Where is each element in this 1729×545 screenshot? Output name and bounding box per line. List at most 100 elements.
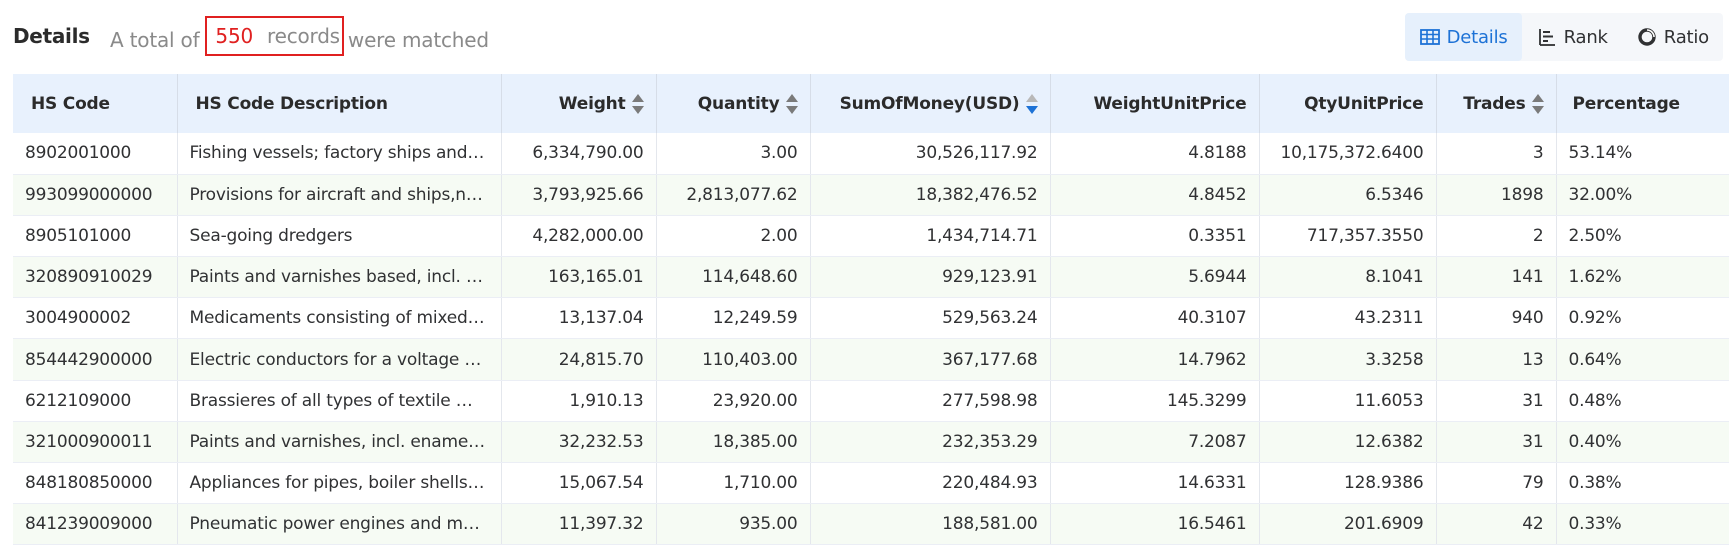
cell-hs-code: 6212109000 bbox=[13, 380, 178, 422]
cell-percentage: 53.14% bbox=[1556, 133, 1729, 175]
cell-description: Pneumatic power engines and motors (excl… bbox=[177, 503, 502, 545]
details-header: Details A total of 550 records were matc… bbox=[0, 0, 1729, 70]
table-icon bbox=[1419, 29, 1440, 45]
cell-trades: 3 bbox=[1436, 133, 1557, 175]
cell-weight-unit-price: 40.3107 bbox=[1050, 297, 1260, 340]
sort-icon[interactable] bbox=[631, 93, 644, 114]
cell-weight: 4,282,000.00 bbox=[501, 215, 657, 258]
cell-hs-code: 993099000000 bbox=[13, 174, 178, 216]
cell-hs-code: 320890910029 bbox=[13, 256, 178, 299]
col-sum-of-money[interactable]: SumOfMoney(USD) bbox=[810, 74, 1051, 133]
cell-description: Paints and varnishes, incl. enamels, lac… bbox=[177, 421, 502, 464]
cell-trades: 31 bbox=[1436, 380, 1557, 422]
cell-hs-code: 841239009000 bbox=[13, 503, 178, 545]
records-count-highlight: 550 records bbox=[205, 16, 344, 56]
cell-description: Medicaments consisting of mixed or unmix… bbox=[177, 297, 502, 340]
cell-trades: 1898 bbox=[1436, 174, 1557, 216]
cell-qty-unit-price: 201.6909 bbox=[1259, 503, 1437, 545]
cell-sum-of-money: 30,526,117.92 bbox=[810, 133, 1051, 175]
cell-percentage: 0.38% bbox=[1556, 462, 1729, 505]
cell-sum-of-money: 1,434,714.71 bbox=[810, 215, 1051, 258]
sort-desc-active-icon[interactable] bbox=[1025, 93, 1038, 114]
table-row[interactable]: 848180850000 Appliances for pipes, boiler… bbox=[13, 462, 1729, 505]
cell-sum-of-money: 367,177.68 bbox=[810, 338, 1051, 381]
col-weight-unit-price: WeightUnitPrice bbox=[1050, 74, 1260, 133]
cell-percentage: 0.48% bbox=[1556, 380, 1729, 422]
table-row[interactable]: 854442900000 Electric conductors for a vo… bbox=[13, 338, 1729, 381]
table-body: 8902001000 Fishing vessels; factory ships… bbox=[13, 133, 1729, 545]
cell-description: Fishing vessels; factory ships and other… bbox=[177, 133, 502, 175]
col-hs-code-description: HS Code Description bbox=[177, 74, 502, 133]
cell-weight: 15,067.54 bbox=[501, 462, 657, 505]
details-table: HS Code HS Code Description Weight Quant… bbox=[13, 74, 1729, 545]
col-qty-unit-price: QtyUnitPrice bbox=[1259, 74, 1437, 133]
cell-percentage: 0.64% bbox=[1556, 338, 1729, 381]
cell-trades: 13 bbox=[1436, 338, 1557, 381]
cell-weight-unit-price: 5.6944 bbox=[1050, 256, 1260, 299]
table-row[interactable]: 6212109000 Brassieres of all types of tex… bbox=[13, 380, 1729, 422]
cell-qty-unit-price: 43.2311 bbox=[1259, 297, 1437, 340]
cell-quantity: 18,385.00 bbox=[656, 421, 811, 464]
cell-weight-unit-price: 4.8452 bbox=[1050, 174, 1260, 216]
cell-hs-code: 321000900011 bbox=[13, 421, 178, 464]
table-row[interactable]: 8902001000 Fishing vessels; factory ships… bbox=[13, 133, 1729, 175]
cell-quantity: 3.00 bbox=[656, 133, 811, 175]
cell-trades: 79 bbox=[1436, 462, 1557, 505]
cell-hs-code: 3004900002 bbox=[13, 297, 178, 340]
view-switch: Details Rank Ratio bbox=[1404, 13, 1723, 61]
details-view-button[interactable]: Details bbox=[1404, 13, 1522, 61]
table-row[interactable]: 3004900002 Medicaments consisting of mixe… bbox=[13, 297, 1729, 340]
cell-percentage: 1.62% bbox=[1556, 256, 1729, 299]
cell-qty-unit-price: 128.9386 bbox=[1259, 462, 1437, 505]
cell-quantity: 12,249.59 bbox=[656, 297, 811, 340]
ratio-view-button[interactable]: Ratio bbox=[1622, 13, 1723, 61]
cell-trades: 42 bbox=[1436, 503, 1557, 545]
cell-quantity: 2.00 bbox=[656, 215, 811, 258]
cell-weight: 13,137.04 bbox=[501, 297, 657, 340]
cell-qty-unit-price: 11.6053 bbox=[1259, 380, 1437, 422]
table-header-row: HS Code HS Code Description Weight Quant… bbox=[13, 74, 1729, 133]
rank-icon bbox=[1538, 29, 1555, 46]
table-row[interactable]: 841239009000 Pneumatic power engines and … bbox=[13, 503, 1729, 545]
cell-sum-of-money: 232,353.29 bbox=[810, 421, 1051, 464]
cell-percentage: 0.33% bbox=[1556, 503, 1729, 545]
sort-icon[interactable] bbox=[785, 93, 798, 114]
cell-weight-unit-price: 0.3351 bbox=[1050, 215, 1260, 258]
cell-sum-of-money: 18,382,476.52 bbox=[810, 174, 1051, 216]
col-quantity[interactable]: Quantity bbox=[656, 74, 811, 133]
cell-quantity: 1,710.00 bbox=[656, 462, 811, 505]
cell-quantity: 935.00 bbox=[656, 503, 811, 545]
cell-weight: 1,910.13 bbox=[501, 380, 657, 422]
sort-icon[interactable] bbox=[1531, 93, 1544, 114]
cell-weight-unit-price: 4.8188 bbox=[1050, 133, 1260, 175]
cell-sum-of-money: 929,123.91 bbox=[810, 256, 1051, 299]
cell-qty-unit-price: 12.6382 bbox=[1259, 421, 1437, 464]
table-row[interactable]: 321000900011 Paints and varnishes, incl. … bbox=[13, 421, 1729, 464]
col-percentage: Percentage bbox=[1556, 74, 1729, 133]
cell-qty-unit-price: 717,357.3550 bbox=[1259, 215, 1437, 258]
col-trades[interactable]: Trades bbox=[1436, 74, 1557, 133]
cell-description: Appliances for pipes, boiler shells, tan… bbox=[177, 462, 502, 505]
cell-quantity: 2,813,077.62 bbox=[656, 174, 811, 216]
cell-sum-of-money: 277,598.98 bbox=[810, 380, 1051, 422]
cell-trades: 31 bbox=[1436, 421, 1557, 464]
cell-description: Electric conductors for a voltage <= 1.0… bbox=[177, 338, 502, 381]
table-row[interactable]: 993099000000 Provisions for aircraft and … bbox=[13, 174, 1729, 216]
ratio-icon bbox=[1638, 28, 1656, 46]
table-row[interactable]: 8905101000 Sea-going dredgers 4,282,000.00… bbox=[13, 215, 1729, 258]
cell-qty-unit-price: 6.5346 bbox=[1259, 174, 1437, 216]
cell-description: Brassieres of all types of textile mater… bbox=[177, 380, 502, 422]
cell-percentage: 2.50% bbox=[1556, 215, 1729, 258]
table-row[interactable]: 320890910029 Paints and varnishes based, … bbox=[13, 256, 1729, 299]
cell-description: Sea-going dredgers bbox=[177, 215, 502, 258]
cell-quantity: 114,648.60 bbox=[656, 256, 811, 299]
rank-view-button[interactable]: Rank bbox=[1522, 13, 1622, 61]
cell-weight: 3,793,925.66 bbox=[501, 174, 657, 216]
ratio-view-label: Ratio bbox=[1663, 26, 1709, 48]
cell-trades: 940 bbox=[1436, 297, 1557, 340]
cell-quantity: 110,403.00 bbox=[656, 338, 811, 381]
cell-weight-unit-price: 16.5461 bbox=[1050, 503, 1260, 545]
col-weight[interactable]: Weight bbox=[501, 74, 657, 133]
cell-percentage: 0.40% bbox=[1556, 421, 1729, 464]
cell-qty-unit-price: 3.3258 bbox=[1259, 338, 1437, 381]
